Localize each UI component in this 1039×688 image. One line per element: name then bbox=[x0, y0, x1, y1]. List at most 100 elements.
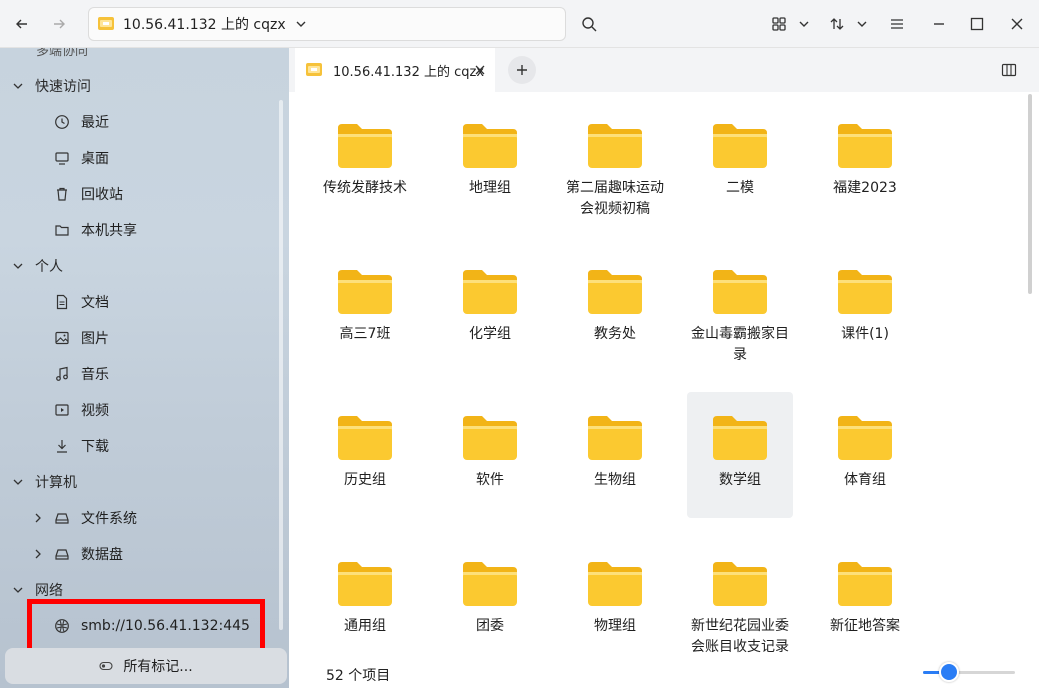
folder-icon bbox=[713, 416, 767, 460]
sidebar-item-label: 下载 bbox=[81, 439, 109, 455]
sidebar-group-quick-access[interactable]: 快速访问 bbox=[0, 68, 289, 104]
folder-item[interactable]: 体育组 bbox=[812, 392, 918, 518]
folder-item[interactable]: 通用组 bbox=[312, 538, 418, 664]
back-arrow-icon[interactable] bbox=[8, 10, 36, 38]
maximize-icon[interactable] bbox=[963, 10, 991, 38]
folder-item[interactable]: 生物组 bbox=[562, 392, 668, 518]
search-icon[interactable] bbox=[575, 10, 603, 38]
folder-icon bbox=[713, 124, 767, 168]
sidebar-item-pictures[interactable]: 图片 bbox=[0, 320, 289, 356]
folder-item[interactable]: 传统发酵技术 bbox=[312, 100, 418, 226]
sidebar-item-recent[interactable]: 最近 bbox=[0, 104, 289, 140]
folder-name: 高三7班 bbox=[339, 326, 391, 342]
sidebar-item-filesystem[interactable]: 文件系统 bbox=[0, 500, 289, 536]
image-icon bbox=[55, 331, 69, 345]
folder-grid: 传统发酵技术 地理组 第二届趣味运动会视频初稿 二模 福建2023 高三7班 化学组 教务处 金… bbox=[289, 92, 1039, 655]
sidebar-group-personal[interactable]: 个人 bbox=[0, 248, 289, 284]
forward-arrow-icon[interactable] bbox=[45, 10, 73, 38]
download-icon bbox=[57, 440, 67, 453]
sidebar-item-label: 图片 bbox=[81, 331, 109, 347]
folder-name: 教务处 bbox=[594, 326, 636, 342]
close-tab-icon[interactable] bbox=[473, 63, 487, 77]
minimize-icon[interactable] bbox=[925, 10, 953, 38]
sidebar-item-videos[interactable]: 视频 bbox=[0, 392, 289, 428]
chevron-right-icon[interactable] bbox=[32, 512, 44, 524]
video-icon bbox=[55, 404, 69, 416]
folder-icon bbox=[338, 416, 392, 460]
item-count: 52 个项目 bbox=[326, 668, 391, 684]
folder-icon bbox=[463, 270, 517, 314]
folder-item[interactable]: 历史组 bbox=[312, 392, 418, 518]
folder-item[interactable]: 第二届趣味运动会视频初稿 bbox=[562, 100, 668, 226]
folder-item[interactable]: 数学组 bbox=[687, 392, 793, 518]
view-chevron-down-icon[interactable] bbox=[790, 10, 818, 38]
folder-name: 数学组 bbox=[719, 472, 761, 488]
folder-name: 金山毒霸搬家目录 bbox=[691, 326, 789, 363]
drive-icon bbox=[55, 549, 69, 560]
folder-icon bbox=[838, 416, 892, 460]
folder-name: 体育组 bbox=[844, 472, 886, 488]
folder-icon bbox=[588, 562, 642, 606]
sidebar-group-computer[interactable]: 计算机 bbox=[0, 464, 289, 500]
folder-item[interactable]: 物理组 bbox=[562, 538, 668, 664]
highlight-annotation bbox=[27, 599, 265, 655]
chevron-down-icon bbox=[13, 83, 23, 89]
drive-icon bbox=[55, 513, 69, 524]
new-tab-button[interactable] bbox=[508, 56, 536, 84]
folder-item[interactable]: 福建2023 bbox=[812, 100, 918, 226]
folder-icon bbox=[838, 124, 892, 168]
group-label: 网络 bbox=[35, 583, 63, 599]
close-icon[interactable] bbox=[1003, 10, 1031, 38]
folder-name: 物理组 bbox=[594, 618, 636, 634]
split-panel-icon[interactable] bbox=[1001, 62, 1017, 78]
sort-chevron-down-icon[interactable] bbox=[848, 10, 876, 38]
folder-icon bbox=[588, 416, 642, 460]
sidebar-item-music[interactable]: 音乐 bbox=[0, 356, 289, 392]
sidebar-item-label: 数据盘 bbox=[81, 547, 123, 563]
sidebar-item-trash[interactable]: 回收站 bbox=[0, 176, 289, 212]
chevron-right-icon[interactable] bbox=[32, 548, 44, 560]
folder-item[interactable]: 新征地答案 bbox=[812, 538, 918, 664]
folder-item[interactable]: 高三7班 bbox=[312, 246, 418, 372]
folder-item[interactable]: 软件 bbox=[437, 392, 543, 518]
folder-item[interactable]: 新世纪花园业委会账目收支记录 bbox=[687, 538, 793, 664]
sidebar-item-collaboration[interactable]: 多端协同 bbox=[36, 48, 88, 59]
sidebar-item-label: 回收站 bbox=[81, 187, 123, 203]
sidebar-item-data-disk[interactable]: 数据盘 bbox=[0, 536, 289, 572]
sidebar-item-local-share[interactable]: 本机共享 bbox=[0, 212, 289, 248]
folder-item[interactable]: 课件(1) bbox=[812, 246, 918, 372]
smb-share-icon bbox=[98, 17, 114, 30]
folder-item[interactable]: 教务处 bbox=[562, 246, 668, 372]
sidebar-item-label: 视频 bbox=[81, 403, 109, 419]
sidebar-item-label: 最近 bbox=[81, 115, 109, 131]
zoom-slider-knob[interactable] bbox=[938, 662, 959, 682]
sidebar-scrollbar[interactable] bbox=[279, 100, 283, 630]
zoom-slider[interactable] bbox=[923, 671, 1015, 674]
folder-icon bbox=[588, 270, 642, 314]
folder-item[interactable]: 金山毒霸搬家目录 bbox=[687, 246, 793, 372]
main-scrollbar[interactable] bbox=[1028, 94, 1032, 294]
chevron-down-icon[interactable] bbox=[294, 17, 308, 31]
grid-view-icon[interactable] bbox=[765, 10, 793, 38]
folder-icon bbox=[838, 562, 892, 606]
tag-icon bbox=[99, 661, 113, 671]
tab-cqzx[interactable]: 10.56.41.132 上的 cqzx bbox=[295, 48, 495, 92]
address-bar[interactable]: 10.56.41.132 上的 cqzx bbox=[88, 7, 566, 41]
folder-item[interactable]: 地理组 bbox=[437, 100, 543, 226]
sidebar-item-label: 文件系统 bbox=[81, 511, 137, 527]
all-tags-button[interactable]: 所有标记... bbox=[5, 648, 287, 684]
sort-icon[interactable] bbox=[823, 10, 851, 38]
sidebar-item-documents[interactable]: 文档 bbox=[0, 284, 289, 320]
folder-name: 生物组 bbox=[594, 472, 636, 488]
folder-item[interactable]: 团委 bbox=[437, 538, 543, 664]
folder-icon bbox=[463, 416, 517, 460]
sidebar-item-desktop[interactable]: 桌面 bbox=[0, 140, 289, 176]
folder-icon bbox=[713, 562, 767, 606]
group-label: 个人 bbox=[35, 259, 63, 275]
chevron-down-icon bbox=[13, 479, 23, 485]
main-area: 10.56.41.132 上的 cqzx 传统发酵技术 地理组 第二届趣味运动会视频… bbox=[289, 48, 1039, 688]
sidebar-item-downloads[interactable]: 下载 bbox=[0, 428, 289, 464]
folder-item[interactable]: 二模 bbox=[687, 100, 793, 226]
folder-item[interactable]: 化学组 bbox=[437, 246, 543, 372]
menu-icon[interactable] bbox=[883, 10, 911, 38]
